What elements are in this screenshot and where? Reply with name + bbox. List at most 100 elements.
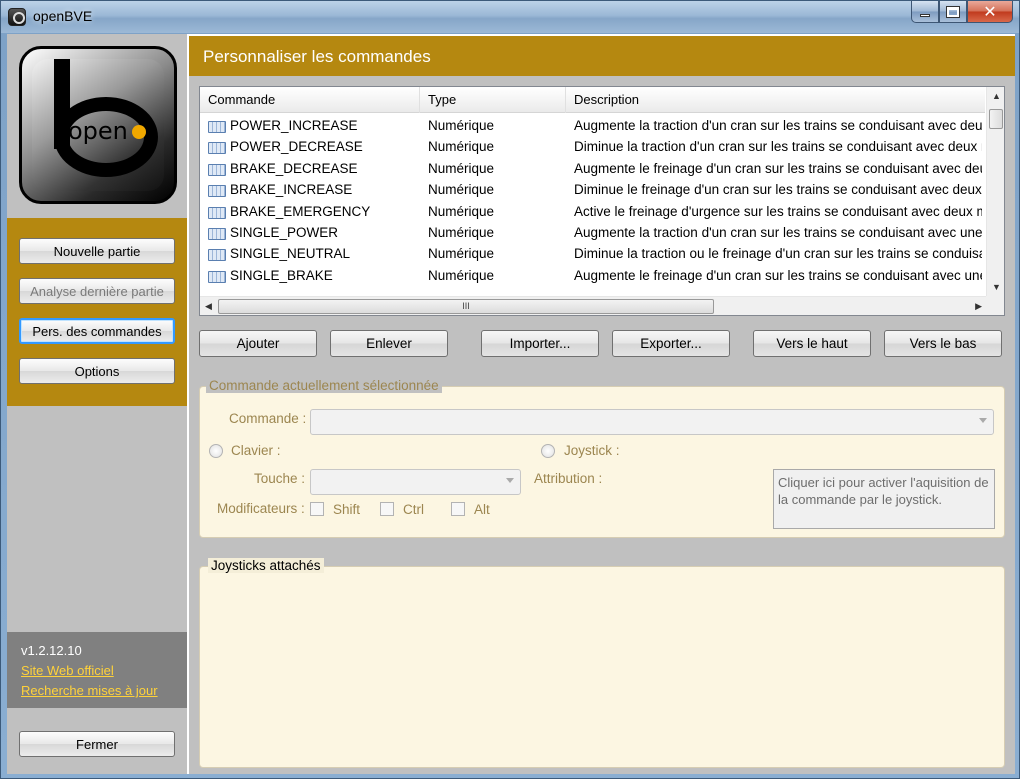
keyboard-icon	[208, 249, 226, 262]
cell-command: BRAKE_EMERGENCY	[230, 203, 371, 219]
alt-checkbox[interactable]	[451, 502, 465, 516]
joystick-assign-button[interactable]: Cliquer ici pour activer l'aquisition de…	[773, 469, 995, 529]
minimize-button[interactable]	[911, 1, 939, 23]
move-up-button[interactable]: Vers le haut	[753, 330, 871, 357]
shift-checkbox[interactable]	[310, 502, 324, 516]
sidebar-spacer	[7, 406, 187, 632]
remove-button[interactable]: Enlever	[330, 330, 448, 357]
maximize-button[interactable]	[939, 1, 967, 23]
ctrl-label: Ctrl	[403, 502, 424, 517]
add-button[interactable]: Ajouter	[199, 330, 317, 357]
horizontal-scrollbar[interactable]: ◀ III ▶	[200, 296, 987, 315]
cell-command: BRAKE_DECREASE	[230, 160, 358, 176]
cell-command: POWER_INCREASE	[230, 118, 358, 133]
modifiers-label: Modificateurs :	[217, 501, 305, 516]
export-button[interactable]: Exporter...	[612, 330, 730, 357]
keyboard-icon	[208, 163, 226, 176]
app-icon[interactable]	[8, 8, 26, 26]
cell-command: SINGLE_BRAKE	[230, 267, 333, 283]
scrollbar-corner	[986, 296, 1004, 315]
keyboard-icon	[208, 270, 226, 283]
cell-command: SINGLE_NEUTRAL	[230, 246, 351, 262]
move-down-button[interactable]: Vers le bas	[884, 330, 1002, 357]
keyboard-icon	[208, 121, 226, 133]
keyboard-icon	[208, 142, 226, 155]
cell-description: Diminue la traction ou le freinage d'un …	[574, 246, 982, 262]
column-header-command[interactable]: Commande	[200, 87, 420, 113]
table-row[interactable]: POWER_INCREASE Numérique Augmente la tra…	[200, 116, 985, 137]
commands-list[interactable]: Commande Type Description POWER_INCREASE…	[199, 86, 1005, 316]
vertical-scroll-thumb[interactable]	[989, 109, 1003, 129]
attached-joysticks-legend: Joysticks attachés	[208, 558, 324, 573]
cell-description: Augmente le freinage d'un cran sur les t…	[574, 160, 982, 176]
table-row[interactable]: BRAKE_INCREASE Numérique Diminue le frei…	[200, 180, 985, 201]
joystick-radio[interactable]	[541, 444, 555, 458]
window-title: openBVE	[33, 8, 93, 24]
scroll-down-icon[interactable]: ▼	[992, 282, 1001, 292]
cell-description: Augmente le freinage d'un cran sur les t…	[574, 267, 982, 283]
cell-type: Numérique	[428, 182, 495, 198]
cell-command: POWER_DECREASE	[230, 139, 363, 155]
table-row[interactable]: BRAKE_DECREASE Numérique Augmente le fre…	[200, 159, 985, 180]
vertical-scrollbar[interactable]: ▲ ▼	[986, 87, 1004, 296]
page-header: Personnaliser les commandes	[189, 36, 1015, 76]
keyboard-icon	[208, 185, 226, 198]
page-title: Personnaliser les commandes	[203, 47, 431, 66]
cell-type: Numérique	[428, 224, 495, 240]
close-window-button[interactable]: ✕	[967, 1, 1013, 23]
key-select[interactable]	[310, 469, 521, 495]
key-label: Touche :	[254, 471, 306, 486]
version-label: v1.2.12.10	[21, 643, 82, 658]
table-row[interactable]: SINGLE_NEUTRAL Numérique Diminue la trac…	[200, 244, 985, 265]
keyboard-radio[interactable]	[209, 444, 223, 458]
scroll-up-icon[interactable]: ▲	[992, 91, 1001, 101]
sidebar-menu: Nouvelle partie Analyse dernière partie …	[7, 218, 187, 406]
cell-description: Augmente la traction d'un cran sur les t…	[574, 224, 982, 240]
client-area: open Nouvelle partie Analyse dernière pa…	[7, 34, 1015, 774]
scroll-right-icon[interactable]: ▶	[975, 301, 982, 312]
column-header-description[interactable]: Description	[566, 87, 985, 113]
title-bar[interactable]: openBVE ✕	[1, 1, 1019, 33]
close-icon: ✕	[983, 3, 997, 21]
import-button[interactable]: Importer...	[481, 330, 599, 357]
logo-area: open	[7, 34, 187, 216]
version-panel: v1.2.12.10 Site Web officiel Recherche m…	[7, 632, 187, 708]
logo-inner: open	[32, 59, 164, 191]
openbve-logo: open	[19, 46, 177, 204]
app-window: openBVE ✕ open Nouvelle partie Analyse d…	[0, 0, 1020, 779]
table-row[interactable]: BRAKE_EMERGENCY Numérique Active le frei…	[200, 202, 985, 223]
official-website-link[interactable]: Site Web officiel	[21, 663, 114, 678]
main-panel: Commande Type Description POWER_INCREASE…	[189, 76, 1015, 774]
cell-description: Diminue le freinage d'un cran sur les tr…	[574, 182, 982, 198]
cell-description: Diminue la traction d'un cran sur les tr…	[574, 139, 982, 155]
maximize-icon	[946, 5, 960, 18]
horizontal-scroll-thumb[interactable]: III	[218, 299, 714, 314]
new-game-button[interactable]: Nouvelle partie	[19, 238, 175, 264]
assignment-label: Attribution :	[534, 471, 603, 486]
attached-joysticks-group: Joysticks attachés	[199, 558, 1005, 768]
cell-command: BRAKE_INCREASE	[230, 182, 353, 198]
command-select[interactable]	[310, 409, 994, 435]
ctrl-checkbox[interactable]	[380, 502, 394, 516]
close-panel: Fermer	[7, 710, 187, 774]
options-button[interactable]: Options	[19, 358, 175, 384]
review-last-game-button[interactable]: Analyse dernière partie	[19, 278, 175, 304]
column-header-type[interactable]: Type	[420, 87, 566, 113]
command-label: Commande :	[229, 411, 307, 426]
check-updates-link[interactable]: Recherche mises à jour	[21, 683, 158, 698]
cell-type: Numérique	[428, 160, 495, 176]
customize-controls-button[interactable]: Pers. des commandes	[19, 318, 175, 344]
keyboard-icon	[208, 206, 226, 219]
selected-command-group: Commande actuellement sélectionnée Comma…	[199, 378, 1005, 538]
close-button[interactable]: Fermer	[19, 731, 175, 757]
logo-dot	[132, 125, 146, 139]
table-row[interactable]: SINGLE_BRAKE Numérique Augmente le frein…	[200, 266, 985, 287]
minimize-icon	[920, 14, 930, 17]
keyboard-icon	[208, 227, 226, 240]
table-row[interactable]: SINGLE_POWER Numérique Augmente la tract…	[200, 223, 985, 244]
selected-command-legend: Commande actuellement sélectionnée	[206, 378, 442, 393]
table-row[interactable]: POWER_DECREASE Numérique Diminue la trac…	[200, 137, 985, 158]
alt-label: Alt	[474, 502, 490, 517]
keyboard-label: Clavier :	[231, 443, 281, 458]
scroll-left-icon[interactable]: ◀	[205, 301, 212, 312]
